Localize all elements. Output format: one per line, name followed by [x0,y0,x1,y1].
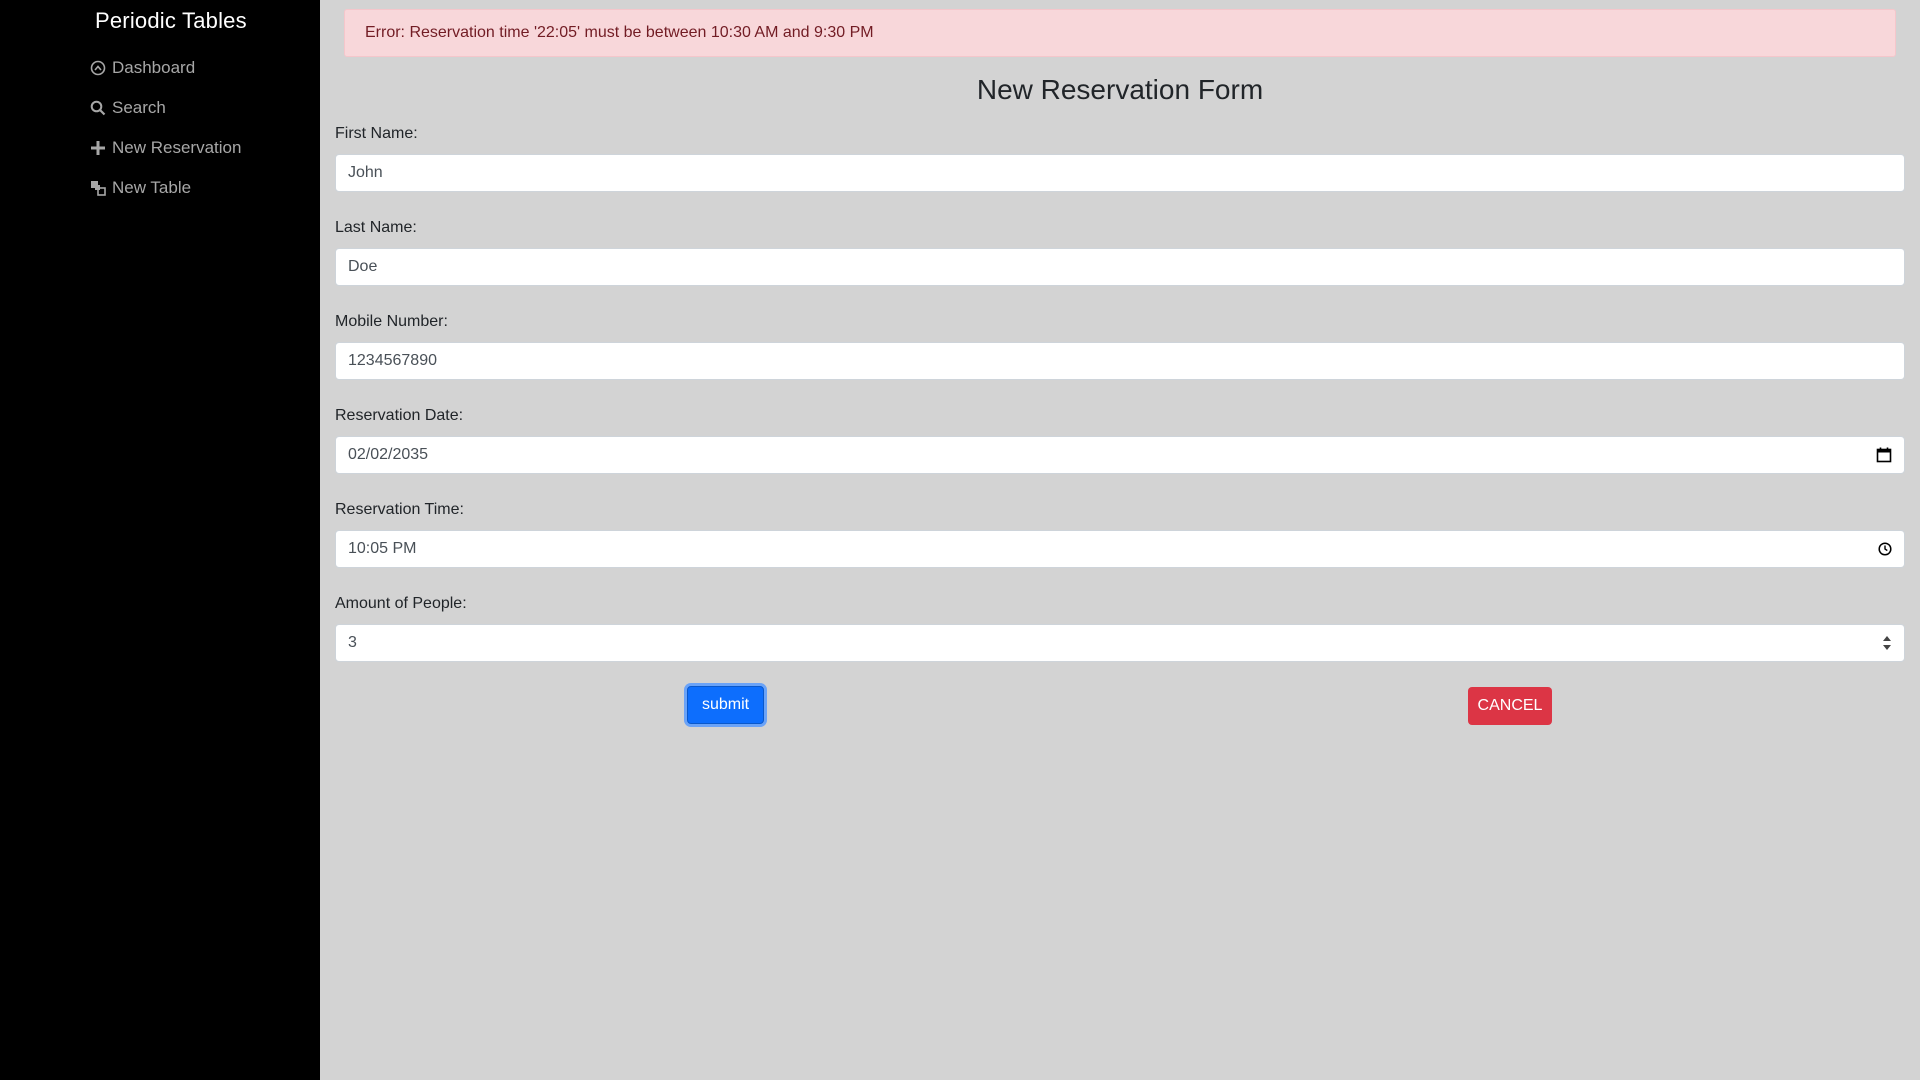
sidebar: Periodic Tables Dashboard Search New Res… [0,0,320,1080]
sidebar-item-dashboard[interactable]: Dashboard [90,48,241,88]
sidebar-nav: Dashboard Search New Reservation New Tab… [90,48,241,208]
reservation-date-label: Reservation Date: [335,407,464,424]
spinner-icon[interactable] [1882,634,1892,652]
last-name-value: Doe [348,258,378,275]
reservation-time-field[interactable]: 10:05 PM [335,530,1905,568]
cancel-button[interactable]: CANCEL [1468,687,1552,725]
last-name-field[interactable]: Doe [335,248,1905,286]
calendar-icon[interactable] [1876,447,1892,463]
people-group: Amount of People: 3 [335,594,1905,662]
mobile-number-value: 1234567890 [348,352,437,369]
first-name-label: First Name: [335,125,418,142]
last-name-group: Last Name: Doe [335,218,1905,286]
first-name-field[interactable]: John [335,154,1905,192]
sidebar-item-label: New Reservation [112,138,242,157]
mobile-number-field[interactable]: 1234567890 [335,342,1905,380]
plus-icon [91,141,105,155]
page-title: New Reservation Form [976,74,1264,105]
reservation-time-value: 10:05 PM [348,540,417,557]
mobile-number-group: Mobile Number: 1234567890 [335,312,1905,380]
reservation-date-value: 02/02/2035 [348,446,429,463]
error-alert: Error: Reservation time '22:05' must be … [344,9,1896,57]
mobile-number-label: Mobile Number: [335,313,448,330]
search-icon [90,100,106,116]
sidebar-item-label: New Table [112,178,192,197]
sidebar-item-new-reservation[interactable]: New Reservation [90,128,241,168]
sidebar-item-search[interactable]: Search [90,88,241,128]
reservation-date-field[interactable]: 02/02/2035 [335,436,1905,474]
first-name-value: John [348,164,383,181]
last-name-label: Last Name: [335,219,417,236]
app: Periodic Tables Dashboard Search New Res… [0,0,1920,1080]
reservation-date-group: Reservation Date: 02/02/2035 [335,406,1905,474]
reservation-time-group: Reservation Time: 10:05 PM [335,500,1905,568]
first-name-group: First Name: John [335,124,1905,192]
sidebar-item-label: Search [112,98,166,117]
table-icon [91,181,106,196]
people-value: 3 [348,634,357,651]
people-field[interactable]: 3 [335,624,1905,662]
people-label: Amount of People: [335,595,467,612]
submit-button[interactable]: submit [687,686,764,724]
sidebar-item-new-table[interactable]: New Table [90,168,241,208]
main-content: Error: Reservation time '22:05' must be … [320,0,1920,1080]
clock-icon[interactable] [1878,542,1892,556]
reservation-time-label: Reservation Time: [335,501,464,518]
dashboard-icon [90,60,106,76]
sidebar-item-label: Dashboard [112,58,196,77]
brand-title[interactable]: Periodic Tables [95,8,247,34]
